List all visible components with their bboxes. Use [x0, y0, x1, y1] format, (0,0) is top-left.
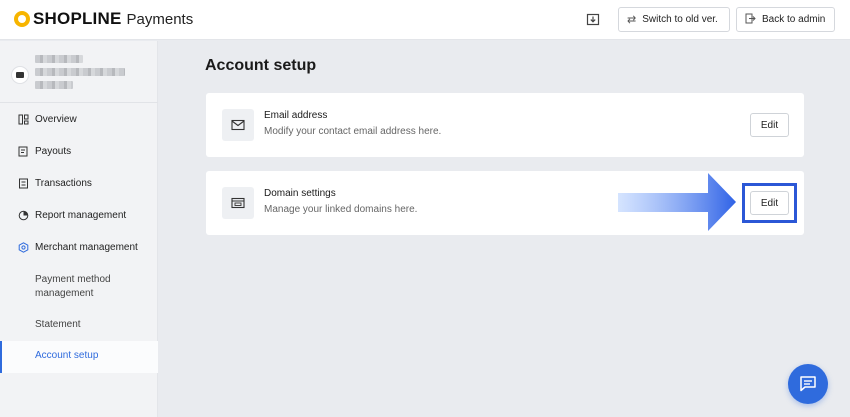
sidebar-item-label: Overview [35, 113, 77, 125]
chat-icon [800, 376, 816, 392]
page-title: Account setup [205, 57, 317, 74]
payouts-icon [17, 145, 29, 157]
blurred-merchant-id [35, 81, 73, 89]
transactions-icon [17, 177, 29, 189]
sidebar-subitem-label: Account setup [35, 350, 99, 361]
report-icon [17, 209, 29, 221]
card-description: Modify your contact email address here. [264, 126, 442, 137]
card-title: Email address [264, 110, 328, 121]
back-to-admin-label: Back to admin [762, 14, 826, 25]
sidebar-subitem-payment-method-management[interactable]: Payment method management [35, 273, 145, 301]
merchant-info[interactable] [0, 41, 158, 103]
pointer-arrow-icon [618, 173, 736, 231]
sidebar-item-report-management[interactable]: Report management [0, 200, 158, 230]
logo-brand-text: SHOPLINE [33, 9, 122, 28]
sidebar-subitem-account-setup[interactable]: Account setup [0, 341, 158, 373]
envelope-icon [222, 109, 254, 141]
switch-to-old-version-button[interactable]: ⇄ Switch to old ver. [618, 7, 730, 32]
sidebar: Overview Payouts Transactions Report man… [0, 41, 158, 417]
card-description: Manage your linked domains here. [264, 204, 418, 215]
card-title: Domain settings [264, 188, 336, 199]
switch-arrows-icon: ⇄ [627, 14, 637, 26]
sidebar-item-overview[interactable]: Overview [0, 104, 158, 134]
overview-icon [17, 113, 29, 125]
email-address-card: Email address Modify your contact email … [206, 93, 804, 157]
sidebar-subitem-statement[interactable]: Statement [35, 318, 81, 332]
sidebar-item-label: Merchant management [35, 241, 138, 253]
store-icon [11, 66, 29, 84]
sidebar-item-payouts[interactable]: Payouts [0, 136, 158, 166]
sidebar-item-label: Payouts [35, 145, 72, 157]
exit-icon [745, 13, 756, 27]
top-header: SHOPLINE Payments ⇄ Switch to old ver. B… [0, 0, 850, 40]
merchant-icon [17, 241, 29, 253]
active-indicator [0, 341, 2, 373]
chat-support-button[interactable] [788, 364, 828, 404]
blurred-merchant-name [35, 55, 83, 63]
blurred-merchant-detail [35, 68, 125, 76]
shopline-logo-mark-icon [14, 11, 30, 27]
logo-product-text: Payments [126, 10, 194, 28]
download-icon[interactable] [583, 9, 603, 29]
sidebar-item-label: Report management [35, 209, 127, 221]
back-to-admin-button[interactable]: Back to admin [736, 7, 835, 32]
sidebar-item-merchant-management[interactable]: Merchant management [0, 232, 158, 262]
shopline-payments-logo[interactable]: SHOPLINE Payments [14, 9, 193, 29]
edit-email-button[interactable]: Edit [750, 113, 789, 137]
domain-icon [222, 187, 254, 219]
switch-button-label: Switch to old ver. [642, 14, 718, 25]
edit-button-highlight [742, 183, 797, 223]
sidebar-item-transactions[interactable]: Transactions [0, 168, 158, 198]
sidebar-item-label: Transactions [35, 177, 92, 189]
